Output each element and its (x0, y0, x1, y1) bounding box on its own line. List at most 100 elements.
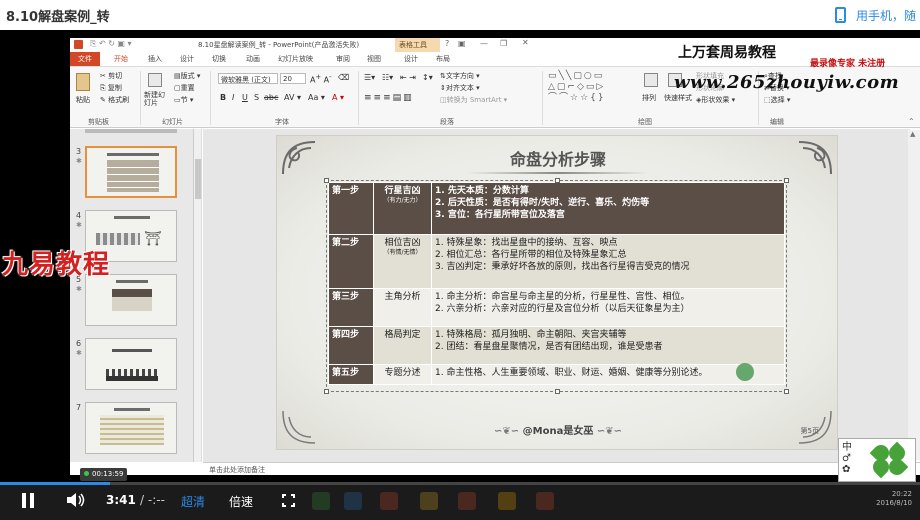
cut-button[interactable]: ✂ 剪切 (100, 71, 122, 81)
quick-access-icons[interactable]: ⎘ ↶ ↻ ▣ ▾ (90, 39, 132, 49)
scroll-up-icon[interactable]: ▲ (910, 130, 915, 138)
phone-icon (834, 7, 846, 23)
minimize-icon[interactable]: — (480, 39, 488, 48)
select-button[interactable]: ⬚选择 ▾ (764, 95, 790, 105)
fullscreen-button[interactable] (282, 494, 295, 507)
paste-icon[interactable] (76, 73, 90, 91)
tab-design[interactable]: 设计 (180, 54, 194, 64)
alignment-buttons[interactable]: ≡≡≡▤▥ (364, 93, 414, 103)
underline-button[interactable]: U (242, 93, 248, 102)
volume-icon[interactable] (66, 492, 86, 508)
slide-thumbnail[interactable] (85, 146, 177, 198)
clover-widget[interactable]: 中 ♂ ✿ (838, 438, 916, 482)
new-slide-icon[interactable] (148, 73, 162, 87)
change-case-button[interactable]: Aa ▾ (308, 93, 325, 102)
slide-thumbnail[interactable] (85, 338, 177, 390)
font-color-button[interactable]: A ▾ (332, 93, 344, 102)
format-painter-button[interactable]: ✎ 格式刷 (100, 95, 129, 105)
section-button[interactable]: ▭节 ▾ (174, 95, 193, 105)
reset-button[interactable]: ▢重置 (174, 83, 195, 93)
detail-line: 1. 特殊格局：孤月独明、命主朝阳、夹宫夹辅等 (435, 330, 627, 340)
close-icon[interactable]: ✕ (522, 38, 529, 47)
thumb-skyline (106, 369, 158, 381)
layout-button[interactable]: ▤版式 ▾ (174, 71, 200, 81)
tray-date: 2016/8/10 (876, 499, 912, 507)
quality-button[interactable]: 超清 (181, 493, 205, 510)
tab-table-design[interactable]: 设计 (404, 54, 418, 64)
paste-button[interactable]: 粘贴 (76, 95, 90, 105)
fullscreen-icon (291, 503, 295, 507)
clear-format-icon[interactable]: ⌫ (338, 73, 349, 82)
line-spacing-button[interactable]: ↕▾ (422, 73, 433, 82)
font-grow-icon[interactable]: A+ A- (310, 73, 331, 85)
fullscreen-icon (282, 503, 286, 507)
thumbnail-number: 3 (76, 147, 82, 156)
align-text-button[interactable]: ⇕对齐文本 ▾ (440, 83, 480, 93)
animation-star-icon: ✱ (76, 285, 82, 293)
arrange-button[interactable]: 排列 (642, 93, 656, 103)
tab-file[interactable]: 文件 (70, 52, 100, 66)
tab-animations[interactable]: 动画 (246, 54, 260, 64)
animation-star-icon: ✱ (76, 349, 82, 357)
animation-star-icon: ✱ (76, 157, 82, 165)
indent-buttons[interactable]: ⇤ ⇥ (400, 73, 416, 82)
ppt-titlebar: ⎘ ↶ ↻ ▣ ▾ 8.10星盘解读案例_转 - PowerPoint(产品激活… (70, 38, 920, 52)
slide-thumbnail[interactable] (85, 274, 177, 326)
ribbon-display-icon[interactable]: ▣ (458, 39, 466, 48)
ribbon-tabs: 文件 开始 插入 设计 切换 动画 幻灯片放映 审阅 视图 设计 布局 (70, 52, 920, 66)
italic-button[interactable]: I (232, 93, 234, 102)
arrange-icon[interactable] (644, 73, 658, 87)
smartart-button[interactable]: ◫转换为 SmartArt ▾ (440, 95, 507, 105)
phone-watch-link[interactable]: 用手机，随 (834, 7, 916, 24)
slide[interactable]: 命盘分析步骤 第一步 行星吉凶 （有力/无力） 1. 先天本质：分数计算 2. 后… (276, 135, 838, 450)
tab-transitions[interactable]: 切换 (212, 54, 226, 64)
tab-review[interactable]: 审阅 (336, 54, 350, 64)
shape-effects-button[interactable]: ◈形状效果 ▾ (696, 95, 735, 105)
slide-thumbnail[interactable] (85, 402, 177, 454)
system-tray-clock: 20:22 2016/8/10 (876, 490, 912, 508)
fullscreen-icon (282, 494, 286, 498)
bold-button[interactable]: B (220, 93, 226, 102)
quick-styles-button[interactable]: 快速样式 (664, 93, 692, 103)
tab-home[interactable]: 开始 (114, 54, 128, 64)
text-direction-button[interactable]: ⇅文字方向 ▾ (440, 71, 480, 81)
analysis-steps-table[interactable]: 第一步 行星吉凶 （有力/无力） 1. 先天本质：分数计算 2. 后天性质：是否有… (328, 182, 785, 385)
scroll-thumb[interactable] (195, 159, 201, 199)
shapes-gallery[interactable]: ▭╲╲▢○▭ △▢⌐◇▭▷ ⌒⌒☆☆{} (548, 71, 638, 105)
speed-button[interactable]: 倍速 (229, 493, 253, 510)
resize-handle[interactable] (784, 389, 789, 394)
slide-thumbnail-pane: 3 ✱ 4 ✱ ⛩ 5 ✱ 6 ✱ 7 (70, 129, 194, 462)
thumbnail-scrollbar[interactable] (194, 129, 202, 462)
step-detail-cell: 1. 命主分析：命宫星与命主星的分析，行星星性、宫性、相位。 2. 六亲分析：六… (431, 288, 785, 327)
new-slide-button[interactable]: 新建幻灯片 (144, 91, 170, 107)
resize-handle[interactable] (324, 389, 329, 394)
ribbon-separator (210, 71, 211, 125)
help-icon[interactable]: ? (445, 39, 449, 48)
pause-button[interactable] (22, 493, 36, 508)
tab-view[interactable]: 视图 (367, 54, 381, 64)
numbering-button[interactable]: ☷▾ (382, 73, 393, 82)
collapse-ribbon-icon[interactable]: ⌃ (908, 117, 915, 126)
copy-button[interactable]: ⎘ 复制 (100, 83, 122, 93)
restore-icon[interactable]: ❐ (500, 39, 507, 48)
font-name-select[interactable]: 微软雅黑 (正文) (218, 73, 278, 84)
resize-handle[interactable] (555, 389, 560, 394)
thumb-header-row (112, 289, 152, 297)
bullets-button[interactable]: ☰▾ (364, 73, 375, 82)
font-size-select[interactable]: 20 (280, 73, 306, 84)
slide-title: 命盘分析步骤 (509, 150, 606, 169)
video-progress-bar[interactable] (0, 482, 920, 485)
ppt-window-title: 8.10星盘解读案例_转 - PowerPoint(产品激活失败) (198, 41, 360, 49)
strikethrough-button[interactable]: abc (264, 93, 278, 102)
notes-pane[interactable]: 单击此处添加备注 (203, 462, 920, 475)
step-name-cell: 专题分述 (373, 364, 432, 385)
step-detail-cell: 1. 先天本质：分数计算 2. 后天性质：是否有得时/失时、逆行、喜乐、灼伤等 … (431, 182, 785, 235)
tab-slideshow[interactable]: 幻灯片放映 (278, 54, 313, 64)
char-spacing-button[interactable]: AV ▾ (284, 93, 301, 102)
step-name: 主角分析 (384, 292, 421, 302)
tab-insert[interactable]: 插入 (148, 54, 162, 64)
thumbnail-partial (85, 129, 177, 133)
shadow-button[interactable]: S (254, 93, 259, 102)
tab-table-layout[interactable]: 布局 (436, 54, 450, 64)
canvas-scrollbar[interactable]: ▲ ▼ (908, 130, 920, 460)
